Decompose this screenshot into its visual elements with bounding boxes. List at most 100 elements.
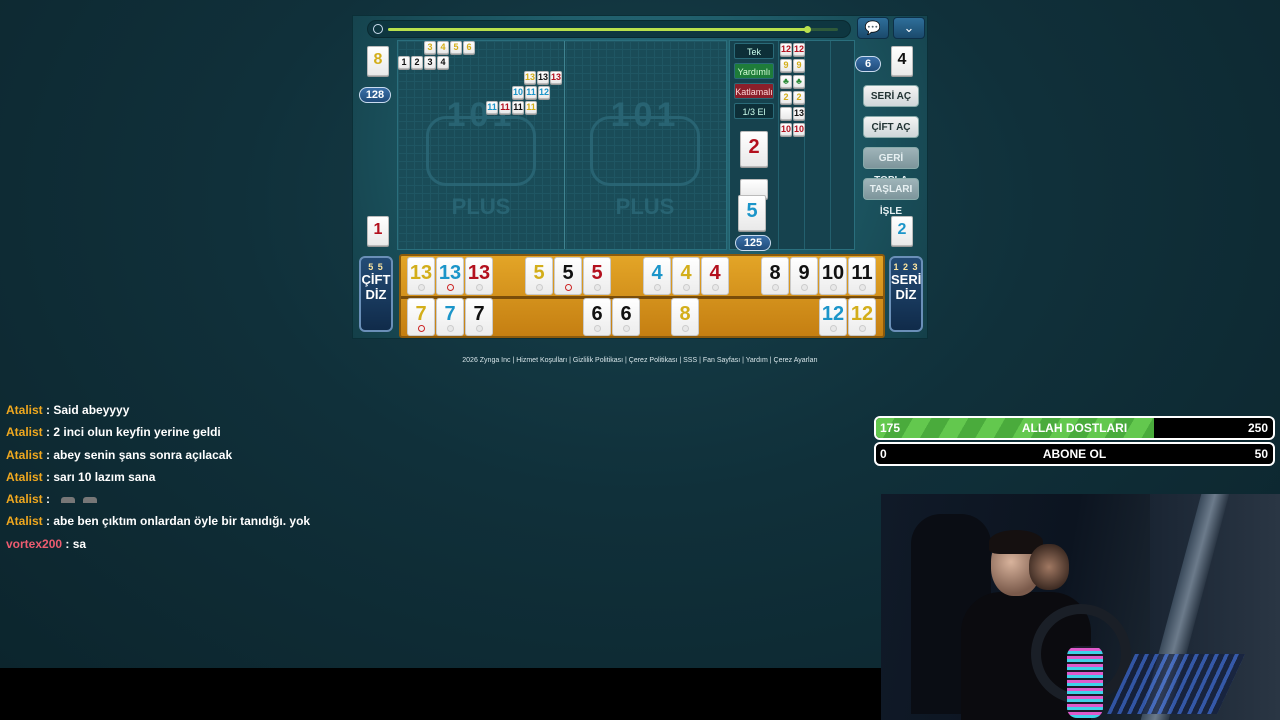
seri-diz-label-2: DİZ (895, 287, 917, 302)
rack-tile-dot (418, 325, 425, 332)
rack-tile-number: 5 (591, 262, 603, 284)
deck-count: 125 (735, 235, 771, 251)
goal-bar-2: 0 ABONE OL 50 (874, 442, 1275, 466)
rack-tile[interactable]: 4 (672, 257, 700, 295)
goal-title: ABONE OL (1042, 447, 1107, 461)
rack-tile[interactable]: 11 (848, 257, 876, 295)
logo-text: 101 (610, 96, 680, 134)
rack-tile-dot (594, 284, 601, 291)
discard-tile: 10 (780, 123, 792, 136)
rack-tile[interactable]: 4 (643, 257, 671, 295)
table-tile: 1 (398, 56, 410, 69)
turn-progress (388, 26, 838, 33)
rack-tile[interactable]: 13 (465, 257, 493, 295)
chat-username[interactable]: Atalist (6, 425, 43, 439)
cift-diz-button[interactable]: 5 5 ÇİFT DİZ (359, 256, 393, 332)
rack-tile[interactable]: 12 (848, 298, 876, 336)
discard-tile: 9 (793, 59, 805, 72)
table-tile: 5 (450, 41, 462, 54)
geri-topla-button[interactable]: GERİ TOPLA (863, 147, 919, 186)
table-tile: 11 (525, 86, 537, 99)
rack-tile-number: 4 (709, 262, 721, 284)
rack-tile[interactable]: 5 (583, 257, 611, 295)
game-table: 101 PLUS 101 PLUS 3 4 5 6 1 2 3 4 13 13 13 10 11 12 11 11… (397, 40, 727, 250)
footer-links[interactable]: 2026 Zynga Inc | Hizmet Koşulları | Gizl… (352, 357, 928, 364)
seri-diz-button[interactable]: 1 2 3 SERİ DİZ (889, 256, 923, 332)
rack-tile[interactable]: 13 (436, 257, 464, 295)
chevron-down-button[interactable]: ⌄ (893, 17, 925, 39)
mode-yardimli: Yardımlı (734, 63, 774, 79)
chat-message: Atalist : 2 inci olun keyfin yerine geld… (6, 424, 606, 446)
table-tile: 3 (424, 56, 436, 69)
chat-separator: : (42, 514, 54, 529)
rack-tile-dot (418, 284, 425, 291)
discard-tile (780, 107, 792, 120)
seri-ac-button[interactable]: SERİ AÇ (863, 85, 919, 107)
cards-icon: 5 5 (368, 262, 384, 272)
seri-diz-label-1: SERİ (891, 272, 922, 287)
rack-tile[interactable]: 12 (819, 298, 847, 336)
rack-tile[interactable]: 8 (761, 257, 789, 295)
emote-icon (61, 497, 76, 504)
chat-username[interactable]: Atalist (6, 448, 43, 462)
cift-ac-button[interactable]: ÇİFT AÇ (863, 116, 919, 138)
taslari-isle-button[interactable]: TAŞLARI İŞLE (863, 178, 919, 217)
rack-tile[interactable]: 9 (790, 257, 818, 295)
rack-tile[interactable]: 7 (436, 298, 464, 336)
table-tile: 13 (524, 71, 536, 84)
chat-message: vortex200 : sa (6, 536, 606, 558)
rack-tile-number: 12 (821, 303, 845, 325)
chat-username[interactable]: vortex200 (6, 537, 62, 551)
turn-timer-bar (367, 20, 851, 38)
rack-tile[interactable]: 7 (407, 298, 435, 336)
held-tile[interactable]: 5 (738, 195, 766, 231)
webcam-feed (881, 494, 1280, 720)
rack-tile-dot (447, 325, 454, 332)
chat-text: abe ben çıktım onlardan öyle bir tanıdığ… (53, 514, 311, 529)
logo-101-plus-right: 101 PLUS (590, 96, 700, 219)
rack-tile-number: 11 (851, 262, 873, 284)
rack-tile-number: 13 (438, 262, 462, 284)
chat-text: sa (72, 536, 87, 551)
goal-title: ALLAH DOSTLARI (1021, 421, 1128, 435)
table-tile: 11 (525, 101, 537, 114)
cards-icon: 1 2 3 (893, 262, 919, 272)
rack-tile[interactable]: 10 (819, 257, 847, 295)
mode-katlamali: Katlamalı (734, 83, 774, 99)
chat-username[interactable]: Atalist (6, 470, 43, 484)
chat-username[interactable]: Atalist (6, 403, 43, 417)
rack-tile-number: 7 (473, 303, 485, 325)
discard-pile-tile[interactable]: 2 (740, 131, 768, 167)
rack-tile[interactable]: 4 (701, 257, 729, 295)
rack-tile-dot (682, 325, 689, 332)
right-player-count: 6 (855, 56, 881, 72)
rack-tile[interactable]: 5 (554, 257, 582, 295)
rack-tile[interactable]: 6 (583, 298, 611, 336)
logo-text: 101 (446, 96, 516, 134)
chat-text: 2 inci olun keyfin yerine geldi (53, 425, 221, 440)
rack-tile-number: 5 (562, 262, 574, 284)
rack-tile-dot (447, 284, 454, 291)
rack-tile-number: 10 (821, 262, 845, 284)
table-divider (564, 41, 565, 249)
logo-sub: PLUS (451, 194, 511, 219)
turn-progress-knob (803, 26, 811, 33)
rack-tile[interactable]: 7 (465, 298, 493, 336)
rack-tile[interactable]: 6 (612, 298, 640, 336)
rack-tile[interactable]: 5 (525, 257, 553, 295)
rack-tile-dot (476, 325, 483, 332)
rack-tile[interactable]: 13 (407, 257, 435, 295)
rack-tile-number: 9 (798, 262, 810, 284)
rack-tile-number: 13 (467, 262, 491, 284)
chat-username[interactable]: Atalist (6, 514, 43, 528)
cift-diz-label-2: DİZ (365, 287, 387, 302)
chat-bubble-button[interactable]: 💬 (857, 17, 889, 39)
logo-101-plus-left: 101 PLUS (426, 96, 536, 219)
webcam-rgb-speaker (1067, 646, 1103, 718)
rack-tile[interactable]: 8 (671, 298, 699, 336)
chat-username[interactable]: Atalist (6, 492, 43, 506)
discard-tile: 12 (780, 43, 792, 56)
rack-tile-number: 8 (769, 262, 781, 284)
okey-game-window: 💬 ⌄ 8 128 1 101 PLUS 101 PLUS 3 4 5 6 1 2 3 4 13 13… (352, 15, 928, 339)
rack-tile-number: 4 (651, 262, 663, 284)
